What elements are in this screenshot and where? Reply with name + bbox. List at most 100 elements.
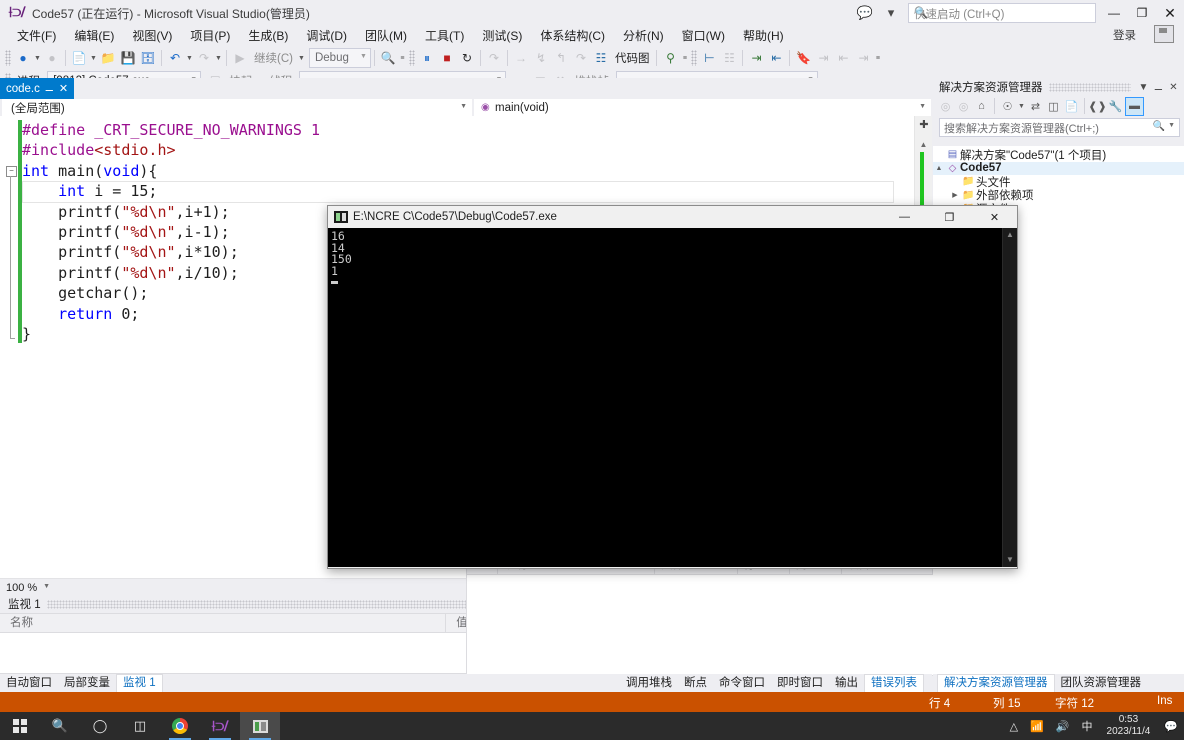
- chevron-down-icon[interactable]: ▼: [1168, 122, 1175, 129]
- expander[interactable]: ▲: [933, 165, 945, 172]
- pin-icon[interactable]: ⚊: [45, 83, 54, 94]
- stop-debugging-icon[interactable]: ■: [437, 48, 457, 68]
- console-output-area[interactable]: 16 14 150 1 ▲ ▼: [328, 228, 1017, 567]
- forward-icon[interactable]: ◎: [955, 98, 972, 115]
- increase-indent-icon[interactable]: ⇥: [746, 48, 766, 68]
- preview-selected-items-icon[interactable]: ▬: [1125, 96, 1144, 116]
- new-file-icon[interactable]: 📄: [69, 48, 89, 68]
- show-next-statement-icon[interactable]: ↷: [484, 48, 504, 68]
- code-text[interactable]: #define _CRT_SECURE_NO_WARNINGS 1 #includ…: [22, 120, 320, 344]
- prev-bookmark-icon[interactable]: ⇤: [833, 48, 853, 68]
- tree-item-header-files[interactable]: 📁 头文件: [933, 175, 1184, 189]
- chrome-icon[interactable]: [160, 712, 200, 740]
- find-icon[interactable]: ⚲: [660, 48, 680, 68]
- console-title-bar[interactable]: E:\NCRE C\Code57\Debug\Code57.exe — ❐ ✕: [328, 206, 1017, 228]
- code-map-label[interactable]: 代码图: [611, 50, 654, 66]
- chevron-down-icon[interactable]: ▼: [33, 48, 42, 68]
- redo-icon[interactable]: ↷: [194, 48, 214, 68]
- quick-launch-input[interactable]: 快速启动 (Ctrl+Q) 🔍: [908, 3, 1096, 23]
- chevron-down-icon[interactable]: ▼: [89, 48, 98, 68]
- tab-immediate-window[interactable]: 即时窗口: [771, 675, 829, 692]
- save-all-icon[interactable]: 🗄: [138, 48, 158, 68]
- menu-edit[interactable]: 编辑(E): [65, 26, 123, 46]
- tab-output[interactable]: 输出: [829, 675, 864, 692]
- ime-indicator[interactable]: 中: [1076, 718, 1099, 734]
- pending-changes-icon[interactable]: ☉: [999, 98, 1016, 115]
- sign-in-link[interactable]: 登录: [1113, 27, 1136, 43]
- task-view-icon[interactable]: ◫: [120, 712, 160, 740]
- attach-to-process-icon[interactable]: 🔍: [378, 48, 398, 68]
- bookmark-icon[interactable]: 🔖: [793, 48, 813, 68]
- cortana-icon[interactable]: ◯: [80, 712, 120, 740]
- document-tab-code-c[interactable]: code.c ⚊ ✕: [0, 78, 75, 99]
- step-out-alt-icon[interactable]: ↷: [571, 48, 591, 68]
- zoom-combo[interactable]: 100 % ▼: [2, 580, 54, 595]
- console-minimize-button[interactable]: —: [882, 206, 927, 228]
- sync-icon[interactable]: ⇄: [1027, 98, 1044, 115]
- tab-command-window[interactable]: 命令窗口: [713, 675, 771, 692]
- overflow-icon[interactable]: ≡: [680, 48, 689, 68]
- tab-call-stack[interactable]: 调用堆栈: [620, 675, 678, 692]
- windows-start-icon[interactable]: [0, 712, 40, 740]
- menu-build[interactable]: 生成(B): [239, 26, 297, 46]
- chevron-down-icon[interactable]: ▼: [185, 48, 194, 68]
- clear-bookmarks-icon[interactable]: ⇥: [853, 48, 873, 68]
- tab-watch-1[interactable]: 监视 1: [116, 674, 163, 692]
- show-hidden-icons[interactable]: △: [1004, 720, 1024, 733]
- overflow-icon[interactable]: ≡: [873, 48, 882, 68]
- scroll-up-icon[interactable]: ▲: [1003, 228, 1017, 242]
- show-all-files-icon[interactable]: 📄: [1063, 98, 1080, 115]
- indent-icon[interactable]: ⊢: [699, 48, 719, 68]
- solution-explorer-search[interactable]: 搜索解决方案资源管理器(Ctrl+;) 🔍 ▼: [939, 118, 1180, 137]
- taskbar-clock[interactable]: 0:53 2023/11/4: [1099, 714, 1159, 738]
- filter-icon[interactable]: ▾: [878, 0, 904, 26]
- menu-tools[interactable]: 工具(T): [416, 26, 473, 46]
- console-maximize-button[interactable]: ❐: [927, 206, 972, 228]
- scroll-down-icon[interactable]: ▼: [1003, 553, 1017, 567]
- scope-combo[interactable]: (全局范围) ▼: [2, 99, 472, 116]
- chevron-down-icon[interactable]: ▼: [1017, 96, 1026, 116]
- scroll-up-arrow[interactable]: ▲: [917, 140, 930, 149]
- tab-breakpoints[interactable]: 断点: [678, 675, 713, 692]
- menu-architecture[interactable]: 体系结构(C): [531, 26, 614, 46]
- search-icon[interactable]: 🔍: [40, 712, 80, 740]
- feedback-icon[interactable]: [1154, 25, 1174, 43]
- console-taskbar-icon[interactable]: [240, 712, 280, 740]
- volume-icon[interactable]: 🔊: [1050, 720, 1076, 733]
- minimize-button[interactable]: —: [1100, 0, 1128, 26]
- split-view-icon[interactable]: ✚: [918, 119, 930, 131]
- code-map-icon[interactable]: ☷: [591, 48, 611, 68]
- menu-test[interactable]: 测试(S): [473, 26, 531, 46]
- step-out-icon[interactable]: ↰: [551, 48, 571, 68]
- chevron-down-icon[interactable]: ▼: [1137, 80, 1150, 94]
- console-close-button[interactable]: ✕: [972, 206, 1017, 228]
- tree-item-solution[interactable]: ▤ 解决方案"Code57"(1 个项目): [933, 148, 1184, 162]
- undo-icon[interactable]: ↶: [165, 48, 185, 68]
- menu-window[interactable]: 窗口(W): [673, 26, 734, 46]
- overflow-icon[interactable]: ≡: [398, 48, 407, 68]
- console-window[interactable]: E:\NCRE C\Code57\Debug\Code57.exe — ❐ ✕ …: [327, 205, 1018, 569]
- chevron-down-icon[interactable]: ▼: [297, 48, 306, 68]
- tab-team-explorer[interactable]: 团队资源管理器: [1055, 675, 1148, 692]
- menu-project[interactable]: 项目(P): [181, 26, 239, 46]
- menu-team[interactable]: 团队(M): [356, 26, 416, 46]
- step-over-icon[interactable]: →: [511, 48, 531, 68]
- step-into-icon[interactable]: ↯: [531, 48, 551, 68]
- wifi-icon[interactable]: 📶: [1024, 720, 1050, 733]
- menu-help[interactable]: 帮助(H): [734, 26, 793, 46]
- close-icon[interactable]: ✕: [59, 82, 68, 95]
- solution-configuration-combo[interactable]: Debug ▼: [308, 48, 371, 68]
- save-icon[interactable]: 💾: [118, 48, 138, 68]
- close-button[interactable]: ✕: [1156, 0, 1184, 26]
- visual-studio-icon[interactable]: ⟊⟉: [200, 712, 240, 740]
- pin-icon[interactable]: ⚊: [1152, 80, 1165, 94]
- tree-item-external-dependencies[interactable]: ▶ 📁 外部依赖项: [933, 189, 1184, 203]
- restart-icon[interactable]: ↻: [457, 48, 477, 68]
- tree-item-project-code57[interactable]: ▲ ◇ Code57: [933, 161, 1184, 175]
- start-debug-icon[interactable]: ▶: [230, 48, 250, 68]
- collapse-icon[interactable]: −: [6, 166, 17, 177]
- comment-icon[interactable]: ☷: [719, 48, 739, 68]
- glyph-margin[interactable]: [0, 116, 17, 578]
- close-icon[interactable]: ✕: [1167, 80, 1180, 94]
- break-all-icon[interactable]: ⏸: [417, 48, 437, 68]
